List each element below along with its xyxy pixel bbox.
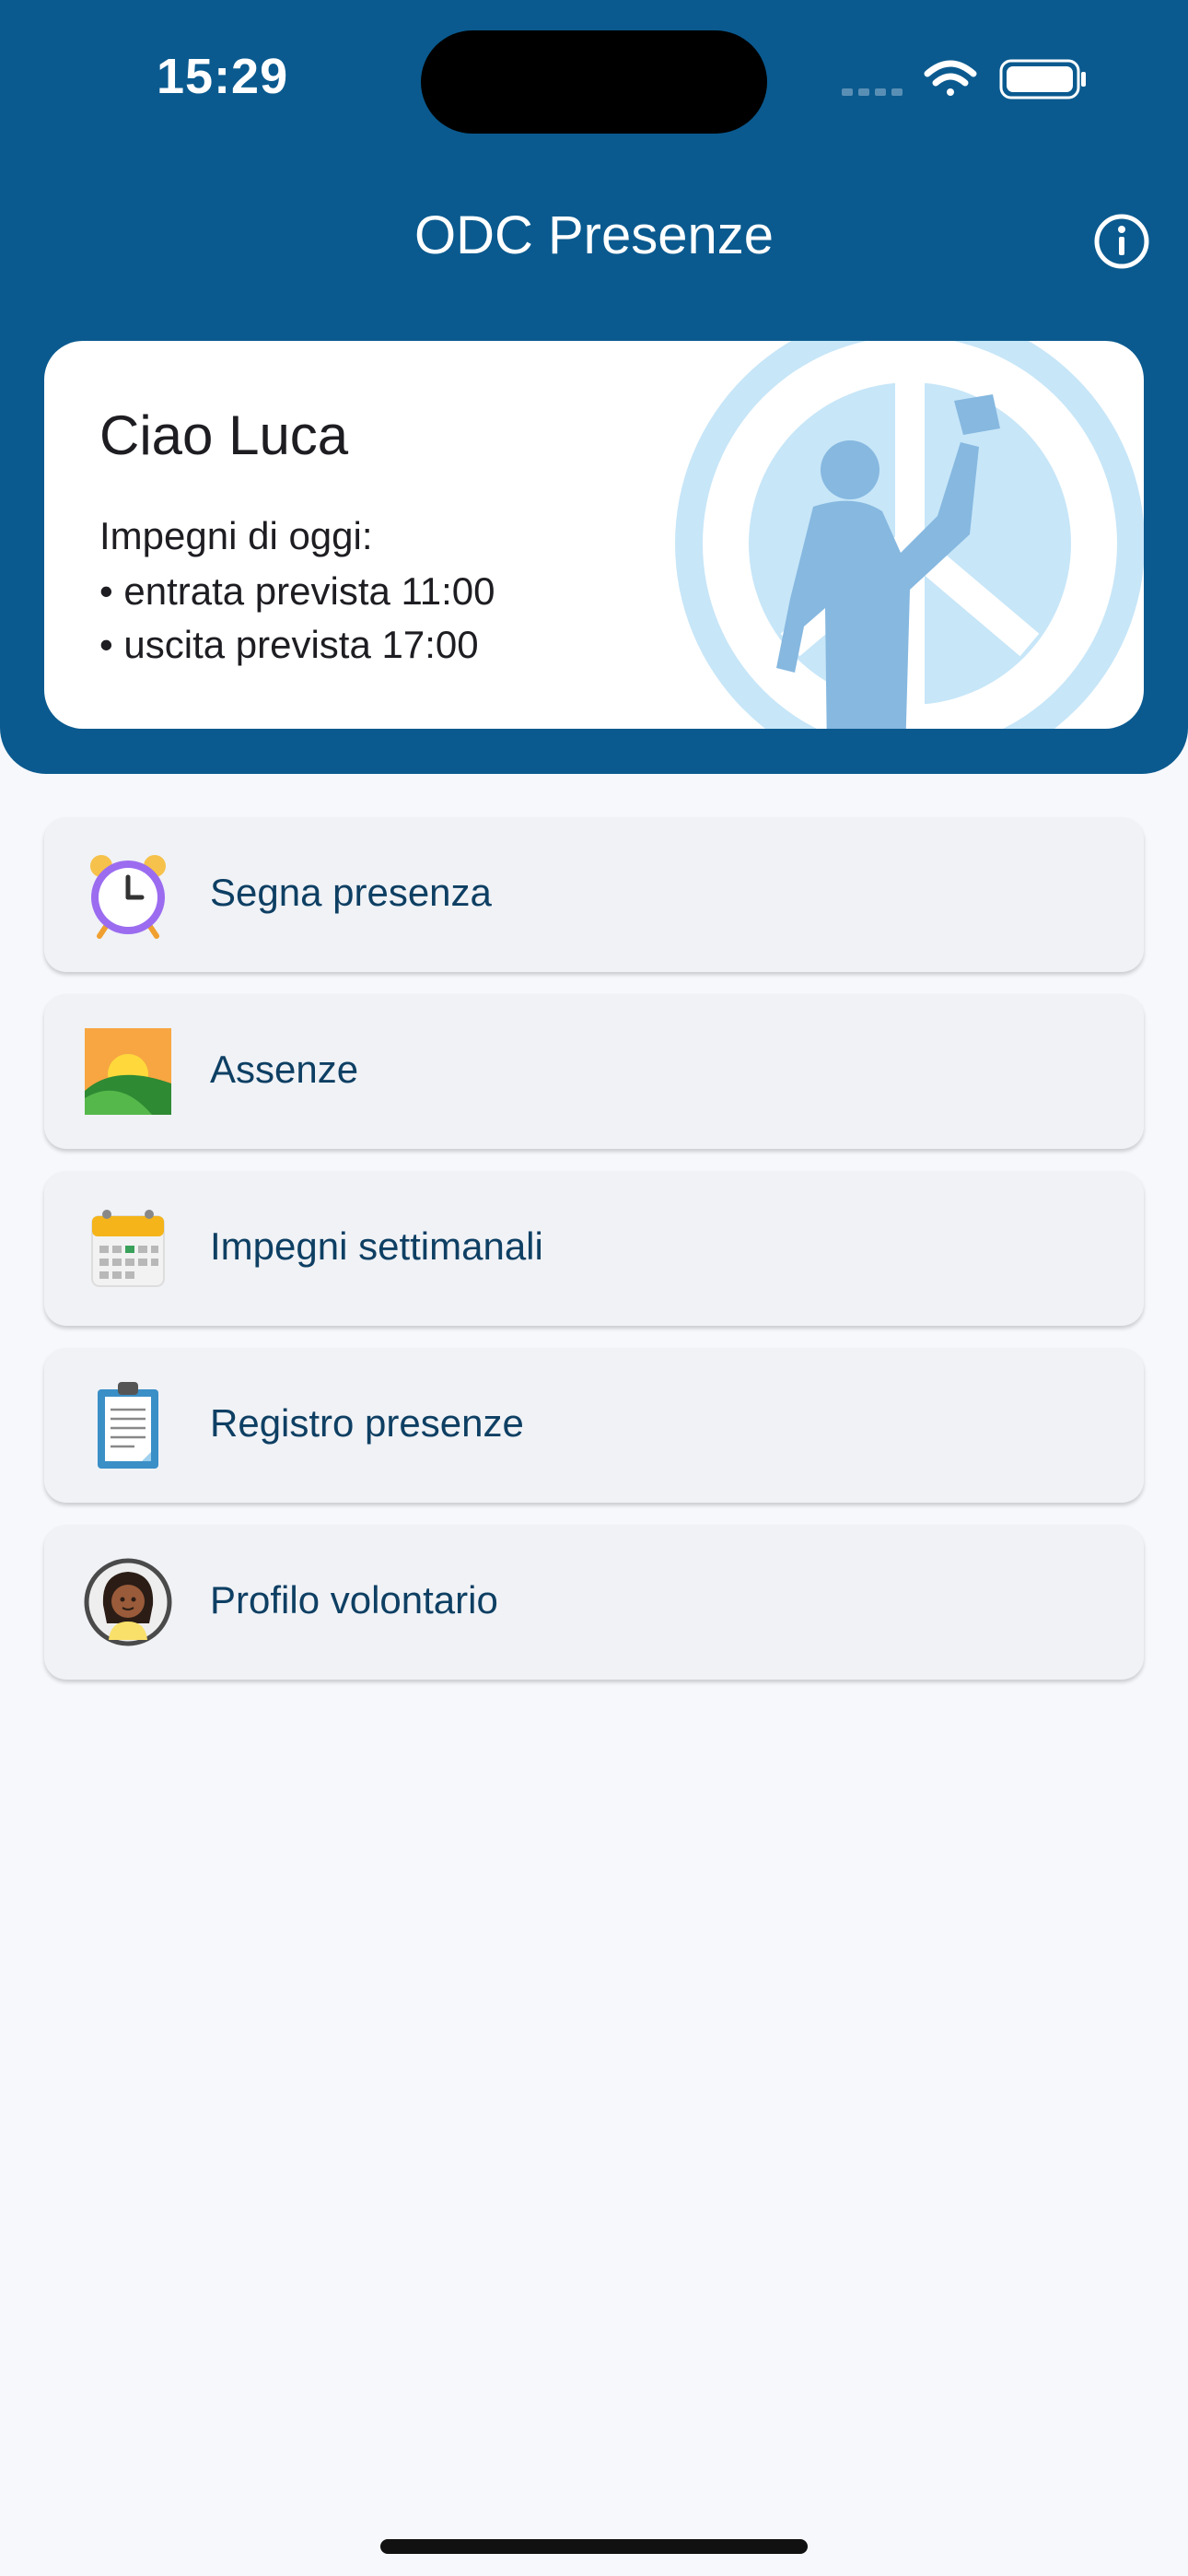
wifi-icon: [924, 60, 977, 96]
today-commitments-label: Impegni di oggi:: [99, 514, 373, 557]
cellular-icon: [842, 88, 903, 96]
dynamic-island: [421, 30, 767, 134]
commitment-exit: • uscita prevista 17:00: [99, 623, 479, 666]
home-indicator[interactable]: [380, 2539, 808, 2554]
menu-label: Profilo volontario: [210, 1578, 498, 1622]
menu-label: Registro presenze: [210, 1401, 524, 1445]
battery-icon: [999, 59, 1086, 100]
menu-item-impegni-settimanali[interactable]: Impegni settimanali: [44, 1171, 1144, 1326]
peace-sign-person-illustration: [675, 341, 1144, 729]
status-icons: [842, 59, 1086, 100]
menu-item-profilo-volontario[interactable]: Profilo volontario: [44, 1525, 1144, 1680]
menu-item-segna-presenza[interactable]: Segna presenza: [44, 817, 1144, 972]
menu-label: Segna presenza: [210, 871, 492, 914]
status-time: 15:29: [157, 49, 289, 104]
clipboard-icon: [98, 1382, 158, 1469]
menu-item-registro-presenze[interactable]: Registro presenze: [44, 1348, 1144, 1503]
app-header: 15:29 ODC Presenze Ciao Luca Impegni di …: [0, 0, 1188, 774]
calendar-icon: [91, 1210, 165, 1287]
menu-label: Impegni settimanali: [210, 1224, 543, 1268]
app-title: ODC Presenze: [413, 205, 775, 265]
sunrise-landscape-icon: [85, 1028, 171, 1115]
menu-item-assenze[interactable]: Assenze: [44, 994, 1144, 1149]
menu-label: Assenze: [210, 1048, 359, 1091]
greeting-text: Ciao Luca: [99, 404, 349, 466]
alarm-clock-icon: [90, 855, 166, 939]
info-icon[interactable]: [1092, 212, 1151, 271]
greeting-card: Ciao Luca Impegni di oggi: • entrata pre…: [44, 341, 1144, 729]
avatar-icon: [84, 1558, 172, 1646]
commitment-entry: • entrata prevista 11:00: [99, 569, 495, 613]
